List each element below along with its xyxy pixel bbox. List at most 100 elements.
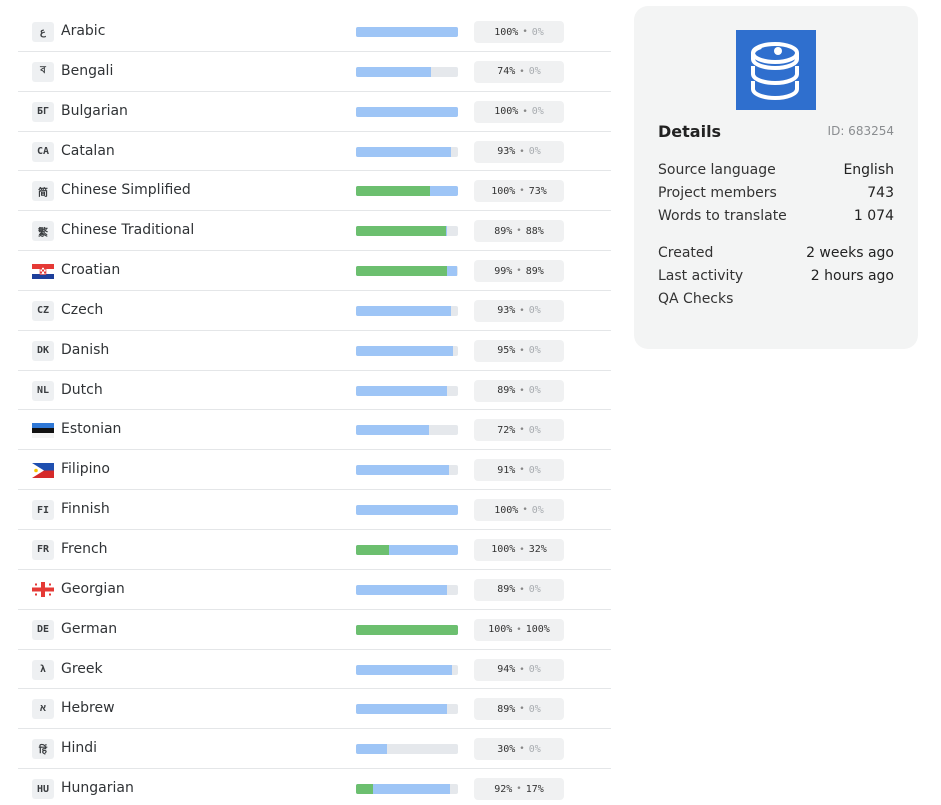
language-name[interactable]: Georgian [61, 581, 125, 597]
language-badge: א [32, 699, 54, 720]
translated-fill [356, 744, 387, 755]
language-name[interactable]: Filipino [61, 461, 110, 477]
language-row[interactable]: Filipino 91% • 0% [18, 450, 611, 491]
stat-separator: • [522, 505, 528, 516]
language-name[interactable]: Catalan [61, 143, 115, 159]
language-row[interactable]: DE German 100% • 100% [18, 610, 611, 650]
approved-percent: 0% [528, 66, 541, 78]
translated-percent: 72% [497, 424, 516, 436]
language-row[interactable]: Georgian 89% • 0% [18, 570, 611, 610]
progress-bar [356, 226, 458, 237]
approved-fill [356, 266, 447, 277]
language-name[interactable]: Croatian [61, 262, 120, 278]
language-badge: CA [32, 141, 54, 162]
georgia-flag-icon [32, 580, 54, 600]
language-row[interactable]: FR French 100% • 32% [18, 530, 611, 570]
language-name[interactable]: Dutch [61, 382, 103, 398]
progress-stats: 89% • 88% [474, 220, 564, 243]
language-row[interactable]: БГ Bulgarian 100% • 0% [18, 92, 611, 132]
language-row[interactable]: हिं Hindi 30% • 0% [18, 729, 611, 770]
approved-percent: 0% [528, 385, 541, 397]
progress-stats: 100% • 32% [474, 538, 564, 561]
progress-stats: 94% • 0% [474, 658, 564, 681]
translated-fill [356, 345, 453, 356]
language-row[interactable]: CA Catalan 93% • 0% [18, 132, 611, 172]
translated-fill [356, 465, 449, 476]
translated-percent: 92% [494, 783, 513, 795]
progress-stats: 91% • 0% [474, 459, 564, 482]
translated-percent: 89% [497, 703, 516, 715]
language-name[interactable]: Arabic [61, 23, 105, 39]
stat-separator: • [519, 544, 525, 555]
language-name[interactable]: Chinese Traditional [61, 222, 194, 238]
language-row[interactable]: א Hebrew 89% • 0% [18, 689, 611, 730]
language-name[interactable]: Greek [61, 661, 103, 677]
stat-separator: • [519, 385, 525, 396]
language-badge: हिं [32, 739, 54, 760]
language-row[interactable]: NL Dutch 89% • 0% [18, 371, 611, 411]
project-id: ID: 683254 [827, 124, 894, 138]
approved-percent: 100% [525, 624, 550, 636]
language-badge: λ [32, 659, 54, 680]
progress-stats: 93% • 0% [474, 299, 564, 322]
translated-percent: 89% [497, 385, 516, 397]
stat-separator: • [516, 624, 522, 635]
stat-separator: • [522, 27, 528, 37]
progress-stats: 99% • 89% [474, 260, 564, 283]
translated-percent: 91% [497, 464, 516, 476]
language-name[interactable]: Bengali [61, 63, 113, 79]
language-name[interactable]: French [61, 541, 108, 557]
stat-separator: • [516, 226, 522, 237]
language-name[interactable]: Czech [61, 302, 103, 318]
translated-fill [356, 664, 452, 675]
stat-separator: • [519, 584, 525, 595]
language-row[interactable]: HU Hungarian 92% • 17% [18, 769, 611, 805]
language-row[interactable]: ع Arabic 100% • 0% [18, 12, 611, 52]
progress-bar [356, 704, 458, 715]
translated-percent: 89% [497, 584, 516, 596]
progress-bar [356, 27, 458, 37]
translated-percent: 100% [494, 106, 519, 118]
language-badge: 简 [32, 181, 54, 202]
language-row[interactable]: CZ Czech 93% • 0% [18, 291, 611, 331]
progress-stats: 100% • 0% [474, 499, 564, 522]
progress-bar [356, 106, 458, 117]
progress-stats: 89% • 0% [474, 698, 564, 721]
translated-percent: 99% [494, 265, 513, 277]
members-row: Project members 743 [658, 185, 894, 201]
progress-stats: 100% • 0% [474, 100, 564, 123]
language-row[interactable]: 简 Chinese Simplified 100% • 73% [18, 171, 611, 212]
stat-separator: • [519, 186, 525, 197]
language-row[interactable]: ব Bengali 74% • 0% [18, 52, 611, 92]
source-language-label: Source language [658, 162, 776, 178]
created-label: Created [658, 245, 714, 261]
words-value: 1 074 [853, 208, 894, 224]
stat-separator: • [519, 704, 525, 715]
language-name[interactable]: Danish [61, 342, 109, 358]
language-badge: 繁 [32, 221, 54, 242]
language-name[interactable]: Bulgarian [61, 103, 128, 119]
language-row[interactable]: λ Greek 94% • 0% [18, 650, 611, 690]
approved-percent: 0% [528, 345, 541, 357]
approved-percent: 0% [528, 743, 541, 755]
language-name[interactable]: Finnish [61, 501, 110, 517]
approved-percent: 0% [528, 584, 541, 596]
qa-checks-label[interactable]: QA Checks [658, 291, 733, 307]
stat-separator: • [519, 305, 525, 316]
language-row[interactable]: FI Finnish 100% • 0% [18, 490, 611, 530]
language-row[interactable]: 繁 Chinese Traditional 89% • 88% [18, 211, 611, 252]
language-row[interactable]: DK Danish 95% • 0% [18, 331, 611, 371]
qa-checks-row[interactable]: QA Checks [658, 291, 894, 307]
approved-percent: 17% [525, 783, 544, 795]
language-name[interactable]: German [61, 621, 117, 637]
language-row[interactable]: Estonian 72% • 0% [18, 410, 611, 451]
language-row[interactable]: Croatian 99% • 89% [18, 251, 611, 291]
translated-percent: 93% [497, 305, 516, 317]
progress-stats: 74% • 0% [474, 60, 564, 83]
approved-percent: 88% [525, 225, 544, 237]
language-name[interactable]: Hindi [61, 740, 97, 756]
language-name[interactable]: Chinese Simplified [61, 182, 191, 198]
language-name[interactable]: Hebrew [61, 700, 115, 716]
language-name[interactable]: Hungarian [61, 780, 134, 796]
language-name[interactable]: Estonian [61, 421, 121, 437]
